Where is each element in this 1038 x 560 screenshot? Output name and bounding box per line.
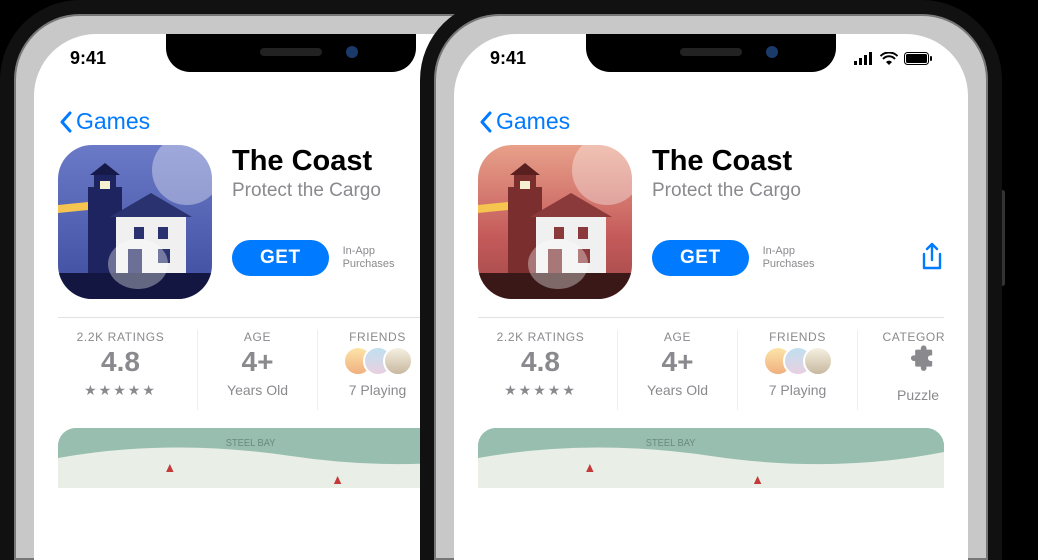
svg-text:STEEL BAY: STEEL BAY bbox=[226, 438, 276, 449]
back-button[interactable]: Games bbox=[478, 108, 944, 135]
cellular-icon bbox=[854, 52, 874, 65]
stat-ratings[interactable]: 2.2K RATINGS 4.8 ★★★★★ bbox=[58, 330, 198, 410]
app-info: The Coast Protect the Cargo GET In-App P… bbox=[652, 145, 944, 276]
app-icon[interactable] bbox=[478, 145, 632, 299]
notch bbox=[166, 34, 416, 72]
chevron-left-icon bbox=[58, 111, 74, 133]
notch bbox=[586, 34, 836, 72]
chevron-left-icon bbox=[478, 111, 494, 133]
avatar bbox=[383, 346, 413, 376]
get-button[interactable]: GET bbox=[652, 240, 749, 276]
puzzle-icon bbox=[901, 344, 935, 383]
iap-label: In-App Purchases bbox=[343, 245, 395, 271]
star-icons: ★★★★★ bbox=[504, 382, 577, 399]
stat-friends[interactable]: FRIENDS 7 Playing bbox=[738, 330, 858, 410]
stat-ratings[interactable]: 2.2K RATINGS 4.8 ★★★★★ bbox=[478, 330, 618, 410]
app-name: The Coast bbox=[652, 145, 944, 178]
star-icons: ★★★★★ bbox=[84, 382, 157, 399]
app-icon[interactable] bbox=[58, 145, 212, 299]
device-frame: 9:41 Games bbox=[420, 0, 1002, 560]
app-header: The Coast Protect the Cargo GET In-App P… bbox=[478, 145, 944, 299]
status-indicators bbox=[854, 52, 932, 65]
get-button[interactable]: GET bbox=[232, 240, 329, 276]
app-subtitle: Protect the Cargo bbox=[652, 180, 944, 202]
phone-right: 9:41 Games bbox=[420, 0, 1002, 560]
friend-avatars bbox=[763, 344, 833, 378]
back-label: Games bbox=[76, 108, 150, 135]
share-icon bbox=[920, 242, 944, 272]
battery-icon bbox=[904, 52, 932, 65]
divider bbox=[478, 317, 944, 318]
share-button[interactable] bbox=[920, 242, 944, 275]
status-time: 9:41 bbox=[70, 48, 106, 69]
action-row: GET In-App Purchases bbox=[652, 240, 944, 276]
friend-avatars bbox=[343, 344, 413, 378]
stat-category[interactable]: CATEGORY Puzzle bbox=[858, 330, 944, 410]
screenshot-preview[interactable]: STEEL BAY bbox=[478, 428, 944, 488]
wifi-icon bbox=[880, 52, 898, 65]
status-time: 9:41 bbox=[490, 48, 526, 69]
back-label: Games bbox=[496, 108, 570, 135]
stats-row[interactable]: 2.2K RATINGS 4.8 ★★★★★ AGE 4+ Years Old … bbox=[478, 330, 944, 410]
screen: 9:41 Games bbox=[454, 34, 968, 560]
app-store-page: Games bbox=[454, 86, 968, 560]
iap-label: In-App Purchases bbox=[763, 245, 815, 271]
stat-age[interactable]: AGE 4+ Years Old bbox=[198, 330, 318, 410]
svg-text:STEEL BAY: STEEL BAY bbox=[646, 438, 696, 449]
avatar bbox=[803, 346, 833, 376]
stat-age[interactable]: AGE 4+ Years Old bbox=[618, 330, 738, 410]
